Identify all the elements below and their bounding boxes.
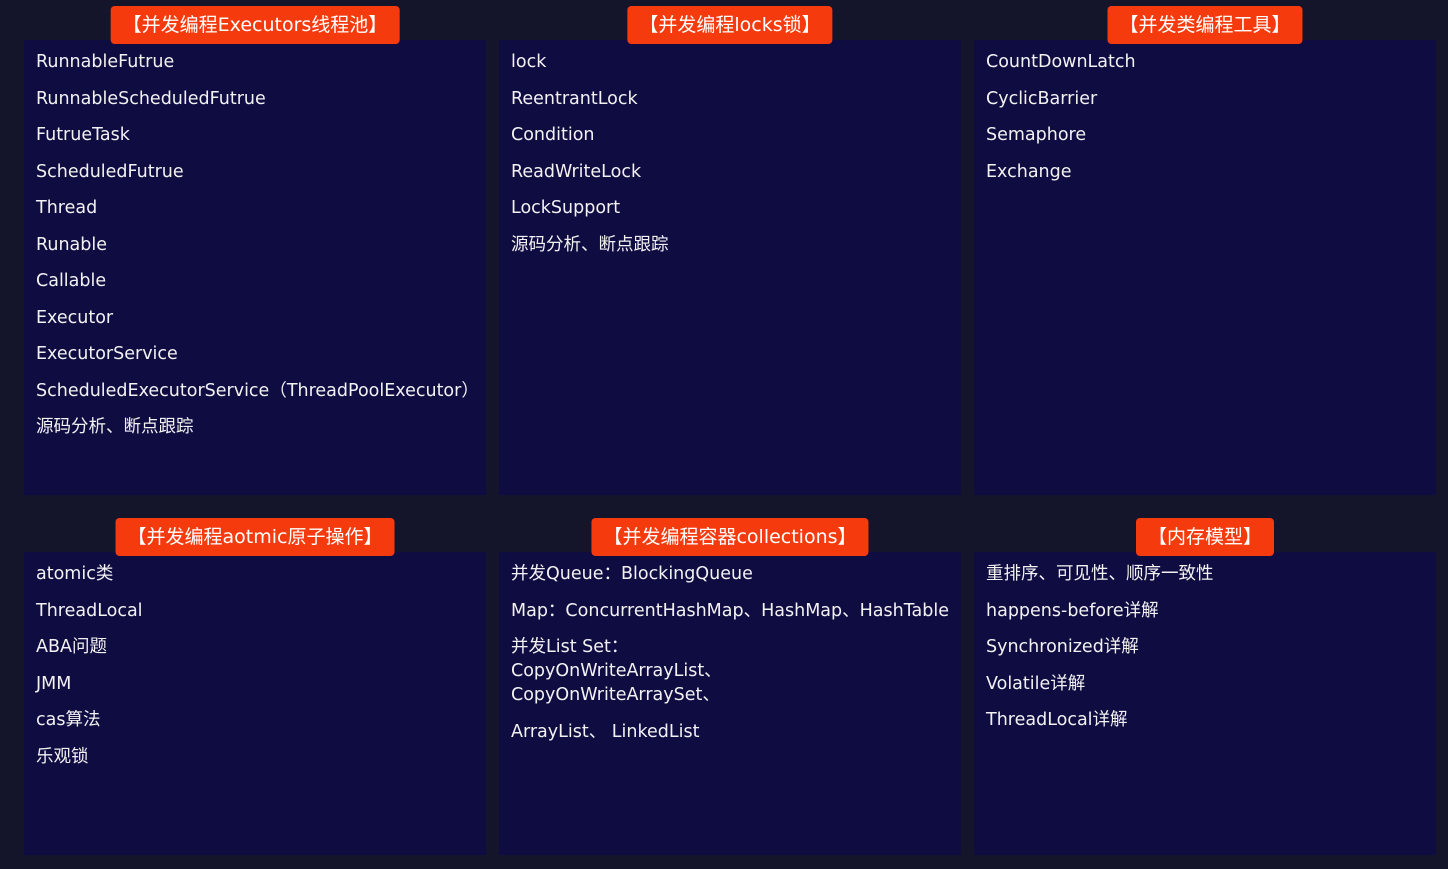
list-item: ScheduledFutrue [36, 161, 184, 182]
list-item: ThreadLocal [36, 600, 143, 621]
card-title-executors: 【并发编程Executors线程池】 [110, 6, 400, 44]
list-item: CountDownLatch [986, 52, 1136, 72]
list-item: RunnableScheduledFutrue [36, 88, 266, 109]
list-item: Volatile详解 [986, 673, 1086, 694]
list-item: ThreadLocal详解 [986, 710, 1128, 730]
list-item: FutrueTask [36, 125, 130, 145]
list-item: lock [511, 52, 547, 72]
list-item: ABA问题 [36, 637, 107, 657]
list-item: Callable [36, 271, 107, 291]
list-item: 并发Queue：BlockingQueue [511, 564, 753, 584]
collections-item-list: 并发Queue：BlockingQueue Map：ConcurrentHash… [511, 562, 949, 744]
tools-item-list: CountDownLatch CyclicBarrier Semaphore E… [986, 50, 1424, 184]
list-item: Map：ConcurrentHashMap、HashMap、HashTable [511, 600, 949, 621]
card-locks: 【并发编程locks锁】 lock ReentrantLock Conditio… [499, 6, 961, 495]
card-atomic: 【并发编程aotmic原子操作】 atomic类 ThreadLocal ABA… [24, 518, 486, 855]
list-item: 源码分析、断点跟踪 [36, 417, 194, 437]
list-item: Synchronized详解 [986, 637, 1139, 657]
list-item: LockSupport [511, 198, 621, 218]
list-item: happens-before详解 [986, 600, 1159, 621]
executors-item-list: RunnableFutrue RunnableScheduledFutrue F… [36, 50, 479, 439]
list-item: 源码分析、断点跟踪 [511, 234, 669, 255]
list-item: ReadWriteLock [511, 161, 642, 182]
list-item: 并发List Set：CopyOnWriteArrayList、CopyOnWr… [511, 637, 722, 705]
card-title-tools: 【并发类编程工具】 [1107, 6, 1303, 44]
card-title-memory-model: 【内存模型】 [1135, 518, 1275, 556]
list-item: Semaphore [986, 125, 1087, 145]
list-item: CyclicBarrier [986, 88, 1098, 109]
list-item: Executor [36, 307, 114, 328]
list-item: Runable [36, 234, 108, 255]
list-item: 乐观锁 [36, 746, 89, 767]
card-title-locks: 【并发编程locks锁】 [627, 6, 833, 44]
list-item: RunnableFutrue [36, 52, 175, 72]
card-collections: 【并发编程容器collections】 并发Queue：BlockingQueu… [499, 518, 961, 855]
list-item: 重排序、可见性、顺序一致性 [986, 564, 1214, 584]
list-item: ExecutorService [36, 344, 178, 364]
card-memory-model: 【内存模型】 重排序、可见性、顺序一致性 happens-before详解 Sy… [974, 518, 1436, 855]
list-item: Exchange [986, 161, 1072, 182]
card-title-atomic: 【并发编程aotmic原子操作】 [115, 518, 395, 556]
list-item: Thread [36, 198, 98, 218]
list-item: ReentrantLock [511, 88, 638, 109]
list-item: ArrayList、 LinkedList [511, 721, 700, 742]
list-item: ScheduledExecutorService（ThreadPoolExecu… [36, 380, 479, 401]
locks-item-list: lock ReentrantLock Condition ReadWriteLo… [511, 50, 949, 257]
card-executors: 【并发编程Executors线程池】 RunnableFutrue Runnab… [24, 6, 486, 495]
card-title-collections: 【并发编程容器collections】 [591, 518, 869, 556]
atomic-item-list: atomic类 ThreadLocal ABA问题 JMM cas算法 乐观锁 [36, 562, 474, 769]
list-item: Condition [511, 125, 595, 145]
list-item: cas算法 [36, 710, 101, 730]
card-tools: 【并发类编程工具】 CountDownLatch CyclicBarrier S… [974, 6, 1436, 495]
memory-model-item-list: 重排序、可见性、顺序一致性 happens-before详解 Synchroni… [986, 562, 1424, 732]
list-item: JMM [36, 673, 72, 694]
list-item: atomic类 [36, 564, 114, 584]
